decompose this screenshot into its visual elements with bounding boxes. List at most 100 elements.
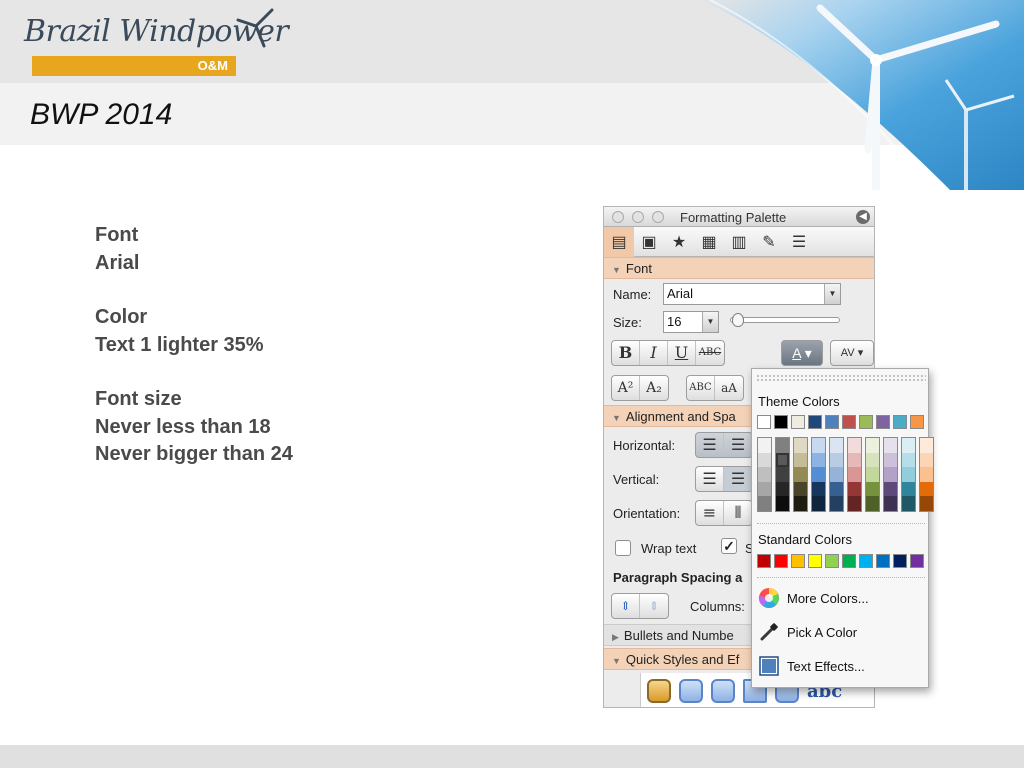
- compatibility-wrench-icon[interactable]: ✎: [754, 227, 784, 257]
- theme-color-swatch[interactable]: [910, 415, 924, 429]
- theme-shade-swatch[interactable]: [830, 452, 843, 467]
- theme-shade-swatch[interactable]: [776, 438, 789, 453]
- superscript-button[interactable]: A²: [612, 376, 640, 400]
- pick-a-color-item[interactable]: Pick A Color: [758, 619, 857, 645]
- theme-color-swatch[interactable]: [842, 415, 856, 429]
- standard-color-swatch[interactable]: [808, 554, 822, 568]
- standard-color-swatch[interactable]: [774, 554, 788, 568]
- object-palette-icon[interactable]: ▣: [634, 227, 664, 257]
- align-left-icon[interactable]: ☰: [696, 433, 724, 457]
- theme-shade-swatch[interactable]: [920, 496, 933, 511]
- theme-shade-swatch[interactable]: [812, 496, 825, 511]
- close-button[interactable]: [612, 211, 624, 223]
- paint-brush-icon[interactable]: [647, 679, 671, 703]
- chevron-down-icon[interactable]: ▼: [824, 284, 840, 304]
- tear-off-grip[interactable]: [756, 374, 926, 383]
- quick-style-swatch[interactable]: [679, 679, 703, 703]
- theme-shade-swatch[interactable]: [866, 496, 879, 511]
- theme-shade-swatch[interactable]: [812, 481, 825, 496]
- theme-shade-swatch[interactable]: [884, 467, 897, 482]
- shrink-checkbox[interactable]: ✓: [721, 538, 737, 554]
- theme-color-swatch[interactable]: [825, 415, 839, 429]
- theme-shade-swatch[interactable]: [920, 467, 933, 482]
- align-center-icon[interactable]: ☰: [724, 433, 752, 457]
- theme-shade-swatch[interactable]: [794, 438, 807, 453]
- more-colors-item[interactable]: More Colors...: [758, 585, 869, 611]
- theme-shade-swatch[interactable]: [848, 467, 861, 482]
- chevron-down-icon[interactable]: ▼: [702, 312, 718, 332]
- decrease-spacing-icon[interactable]: ⇕: [640, 594, 668, 618]
- theme-shade-swatch[interactable]: [776, 467, 789, 482]
- text-box-icon[interactable]: ▤: [604, 227, 634, 257]
- font-color-button[interactable]: A ▾: [781, 340, 823, 366]
- theme-shade-swatch[interactable]: [830, 496, 843, 511]
- underline-button[interactable]: U: [668, 341, 696, 365]
- strikethrough-button[interactable]: ABC: [696, 341, 724, 365]
- theme-shade-swatch[interactable]: [884, 452, 897, 467]
- theme-shade-swatch[interactable]: [848, 496, 861, 511]
- theme-shade-swatch[interactable]: [884, 481, 897, 496]
- theme-shade-swatch[interactable]: [794, 452, 807, 467]
- theme-shade-swatch[interactable]: [758, 467, 771, 482]
- orientation-vertical-icon[interactable]: ⦀: [724, 501, 752, 525]
- standard-color-swatch[interactable]: [791, 554, 805, 568]
- slider-knob[interactable]: [732, 313, 744, 327]
- theme-shade-swatch[interactable]: [920, 438, 933, 453]
- reference-tools-icon[interactable]: ▥: [724, 227, 754, 257]
- theme-shade-swatch[interactable]: [776, 481, 789, 496]
- font-name-combobox[interactable]: Arial ▼: [663, 283, 841, 305]
- theme-shade-swatch[interactable]: [758, 452, 771, 467]
- theme-shade-swatch[interactable]: [848, 452, 861, 467]
- small-caps-button[interactable]: ABC: [687, 376, 715, 400]
- theme-color-swatch[interactable]: [859, 415, 873, 429]
- theme-shade-swatch[interactable]: [902, 467, 915, 482]
- font-size-combobox[interactable]: 16 ▼: [663, 311, 719, 333]
- theme-shade-swatch[interactable]: [902, 481, 915, 496]
- theme-shade-swatch[interactable]: [866, 467, 879, 482]
- theme-color-swatch[interactable]: [808, 415, 822, 429]
- theme-shade-swatch[interactable]: [902, 452, 915, 467]
- align-middle-icon[interactable]: ☰: [724, 467, 752, 491]
- theme-shade-swatch[interactable]: [866, 481, 879, 496]
- theme-shade-swatch[interactable]: [812, 438, 825, 453]
- theme-shade-swatch[interactable]: [812, 467, 825, 482]
- theme-shade-swatch[interactable]: [758, 438, 771, 453]
- theme-shade-swatch[interactable]: [866, 438, 879, 453]
- zoom-button[interactable]: [652, 211, 664, 223]
- standard-color-swatch[interactable]: [910, 554, 924, 568]
- standard-color-swatch[interactable]: [842, 554, 856, 568]
- theme-shade-swatch[interactable]: [848, 438, 861, 453]
- wrap-text-checkbox[interactable]: [615, 540, 631, 556]
- toolbox-star-icon[interactable]: ★: [664, 227, 694, 257]
- align-top-icon[interactable]: ☰: [696, 467, 724, 491]
- theme-shade-swatch[interactable]: [830, 438, 843, 453]
- character-spacing-button[interactable]: AV ▾: [830, 340, 874, 366]
- theme-shade-swatch[interactable]: [902, 438, 915, 453]
- selected-shade-swatch[interactable]: [776, 452, 789, 467]
- theme-shade-swatch[interactable]: [884, 496, 897, 511]
- palette-titlebar[interactable]: Formatting Palette ◀: [604, 207, 874, 227]
- theme-shade-swatch[interactable]: [794, 496, 807, 511]
- theme-color-swatch[interactable]: [774, 415, 788, 429]
- palette-options-icon[interactable]: ◀: [856, 210, 870, 224]
- theme-shade-swatch[interactable]: [848, 481, 861, 496]
- scrapbook-icon[interactable]: ▦: [694, 227, 724, 257]
- change-case-button[interactable]: aA: [715, 376, 743, 400]
- standard-color-swatch[interactable]: [825, 554, 839, 568]
- theme-shade-swatch[interactable]: [776, 496, 789, 511]
- standard-color-swatch[interactable]: [893, 554, 907, 568]
- theme-color-swatch[interactable]: [876, 415, 890, 429]
- project-palette-icon[interactable]: ☰: [784, 227, 814, 257]
- theme-shade-swatch[interactable]: [758, 496, 771, 511]
- subscript-button[interactable]: A₂: [640, 376, 668, 400]
- theme-color-swatch[interactable]: [791, 415, 805, 429]
- theme-color-swatch[interactable]: [757, 415, 771, 429]
- theme-shade-swatch[interactable]: [812, 452, 825, 467]
- theme-shade-swatch[interactable]: [758, 481, 771, 496]
- theme-shade-swatch[interactable]: [794, 481, 807, 496]
- standard-color-swatch[interactable]: [859, 554, 873, 568]
- theme-shade-swatch[interactable]: [866, 452, 879, 467]
- theme-color-swatch[interactable]: [893, 415, 907, 429]
- theme-shade-swatch[interactable]: [920, 452, 933, 467]
- text-effects-item[interactable]: Text Effects...: [758, 653, 865, 679]
